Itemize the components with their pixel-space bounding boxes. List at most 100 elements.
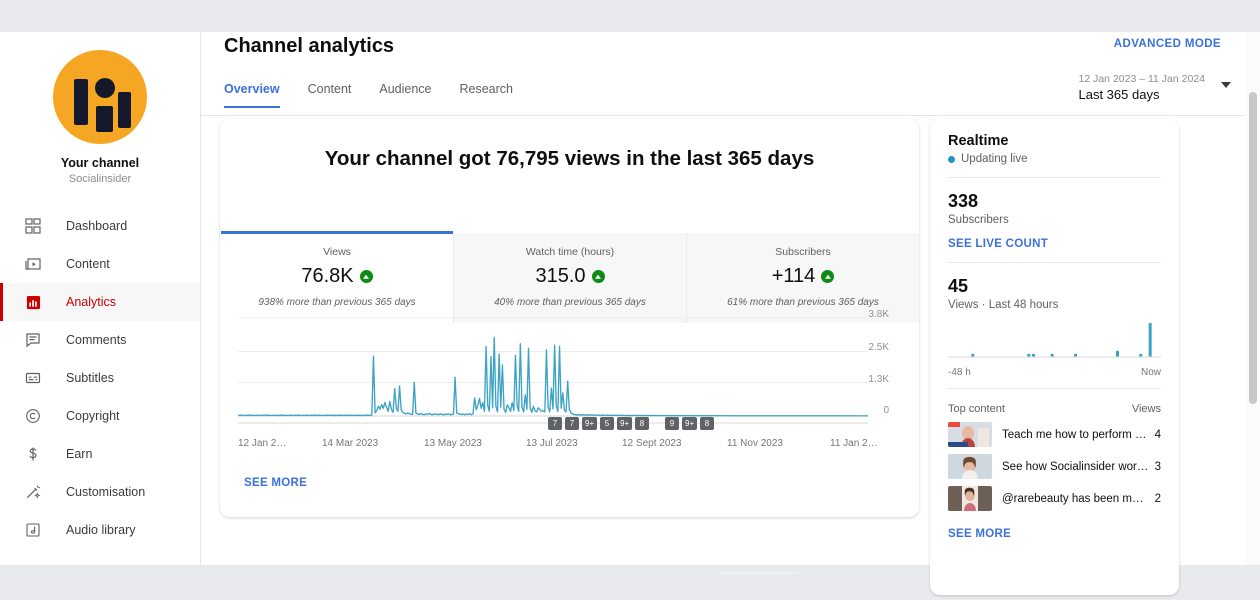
date-range-selector[interactable]: 12 Jan 2023 – 11 Jan 2024 Last 365 days [1079, 73, 1206, 102]
y-axis-tick: 3.8K [868, 309, 889, 320]
magic-wand-icon [22, 481, 44, 503]
sidebar-item-earn[interactable]: Earn [0, 435, 200, 473]
see-live-count-link[interactable]: SEE LIVE COUNT [930, 226, 1179, 250]
video-marker-badge[interactable]: 7 [565, 417, 579, 430]
sparkline-end-label: Now [1140, 367, 1161, 378]
top-content-header: Top content [948, 403, 1005, 415]
avatar-shape-bar-left [74, 79, 88, 125]
video-views: 3 [1154, 460, 1161, 473]
x-axis-tick: 11 Nov 2023 [727, 438, 783, 449]
youtube-studio-analytics-page: Your channel Socialinsider Dashboard Con… [0, 0, 1260, 600]
list-item[interactable]: Teach me how to perform a s… 4 [948, 422, 1161, 447]
sidebar-item-dashboard[interactable]: Dashboard [0, 207, 200, 245]
views-column-header: Views [1131, 403, 1161, 415]
video-thumbnail [948, 422, 992, 447]
tab-content[interactable]: Content [308, 82, 352, 108]
realtime-subscribers-label: Subscribers [948, 214, 1009, 226]
sparkline-bar [1116, 350, 1119, 357]
trend-up-icon [591, 270, 605, 283]
sidebar-item-label: Customisation [66, 485, 146, 499]
avatar-shape-dot [95, 78, 115, 98]
dashboard-icon [22, 215, 44, 237]
video-views: 4 [1154, 428, 1161, 441]
sidebar-item-copyright[interactable]: Copyright [0, 397, 200, 435]
tab-audience[interactable]: Audience [379, 82, 431, 108]
list-item[interactable]: @rarebeauty has been makin… 2 [948, 486, 1161, 511]
video-thumbnail [948, 454, 992, 479]
tab-research[interactable]: Research [460, 82, 514, 108]
video-marker-badge[interactable]: 9+ [582, 417, 598, 430]
realtime-sparkline[interactable] [948, 319, 1161, 365]
sidebar-item-label: Comments [66, 333, 127, 347]
scrollbar-thumb[interactable] [1249, 92, 1257, 404]
date-range-label: Last 365 days [1078, 87, 1160, 102]
see-more-overview-link[interactable]: SEE MORE [244, 477, 307, 489]
overview-headline: Your channel got 76,795 views in the las… [324, 147, 815, 170]
sidebar-item-label: Analytics [66, 295, 117, 309]
tab-overview[interactable]: Overview [224, 82, 280, 108]
realtime-card: Realtime Updating live 338 Subscribers S… [930, 119, 1179, 595]
live-dot-icon [948, 155, 955, 163]
metric-card-views[interactable]: Views 76.8K 938% more than previous 365 … [221, 231, 454, 323]
channel-handle: Socialinsider [68, 173, 132, 185]
realtime-subscribers-count: 338 [948, 191, 979, 211]
realtime-status-label: Updating live [961, 153, 1028, 165]
sidebar-item-content[interactable]: Content [0, 245, 200, 283]
tab-bar-divider [201, 115, 1245, 116]
sparkline-bar [1148, 323, 1152, 357]
video-marker-badge[interactable]: 9+ [617, 417, 633, 430]
y-axis-tick: 0 [883, 405, 889, 416]
x-axis-tick: 13 Jul 2023 [526, 438, 578, 449]
sparkline-axis-labels: -48 h Now [948, 367, 1161, 378]
sidebar-item-subtitles[interactable]: Subtitles [0, 359, 200, 397]
sidebar-item-label: Dashboard [66, 219, 128, 233]
video-marker-badge[interactable]: 7 [548, 417, 562, 430]
video-marker-badge[interactable]: 8 [635, 417, 649, 430]
metric-label: Watch time (hours) [525, 246, 615, 258]
video-marker-badge[interactable]: 9 [665, 417, 679, 430]
sidebar-item-analytics[interactable]: Analytics [0, 283, 200, 321]
metric-value: 315.0 [535, 265, 586, 287]
metric-card-watch-time[interactable]: Watch time (hours) 315.0 40% more than p… [454, 233, 687, 323]
scrollbar-track[interactable] [1245, 32, 1260, 565]
views-line-chart-svg [238, 317, 868, 424]
video-marker-badge[interactable]: 8 [700, 417, 714, 430]
views-chart[interactable]: 3.8K 2.5K 1.3K 0 7 7 9+ 5 9+ 8 9 9+ 8 12 Jan 2… … [220, 309, 919, 464]
channel-block: Your channel Socialinsider [0, 32, 200, 185]
trend-up-icon [359, 270, 373, 283]
avatar-shape-bar-mid [96, 106, 113, 132]
list-item[interactable]: See how Socialinsider works i… 3 [948, 454, 1161, 479]
see-more-realtime-link[interactable]: SEE MORE [948, 528, 1161, 540]
y-axis-tick: 2.5K [868, 342, 889, 353]
sidebar-item-label: Content [66, 257, 110, 271]
trend-up-icon [821, 270, 835, 283]
sidebar-item-audio-library[interactable]: Audio library [0, 511, 200, 549]
comment-icon [22, 329, 44, 351]
realtime-views-count: 45 [948, 276, 969, 296]
avatar-shape-bar-right [118, 92, 131, 128]
thumbnail-art [948, 422, 992, 447]
video-marker-badge[interactable]: 9+ [682, 417, 698, 430]
placeholder-divider [720, 572, 798, 574]
metric-value: 76.8K [301, 265, 354, 287]
chart-y-axis: 3.8K 2.5K 1.3K 0 [855, 309, 901, 419]
metric-delta: 61% more than previous 365 days [727, 297, 879, 308]
avatar[interactable] [53, 50, 147, 144]
overview-card: Your channel got 76,795 views in the las… [220, 119, 919, 517]
video-thumbnail [948, 486, 992, 511]
chevron-down-icon[interactable] [1221, 82, 1231, 88]
video-title: See how Socialinsider works i… [1002, 460, 1149, 473]
realtime-title: Realtime [948, 133, 1009, 149]
metric-value-wrap: +114 [687, 265, 919, 288]
window-top-strip [0, 0, 1260, 32]
advanced-mode-button[interactable]: ADVANCED MODE [1114, 38, 1221, 50]
sidebar-item-label: Audio library [66, 523, 136, 537]
metric-value: +114 [771, 265, 816, 287]
metric-tabs: Views 76.8K 938% more than previous 365 … [221, 231, 919, 323]
x-axis-tick: 14 Mar 2023 [322, 438, 379, 449]
video-marker-badge[interactable]: 5 [600, 417, 614, 430]
sidebar-item-comments[interactable]: Comments [0, 321, 200, 359]
video-title: Teach me how to perform a s… [1002, 428, 1149, 441]
metric-value-wrap: 76.8K [221, 265, 453, 288]
sidebar-item-customisation[interactable]: Customisation [0, 473, 200, 511]
